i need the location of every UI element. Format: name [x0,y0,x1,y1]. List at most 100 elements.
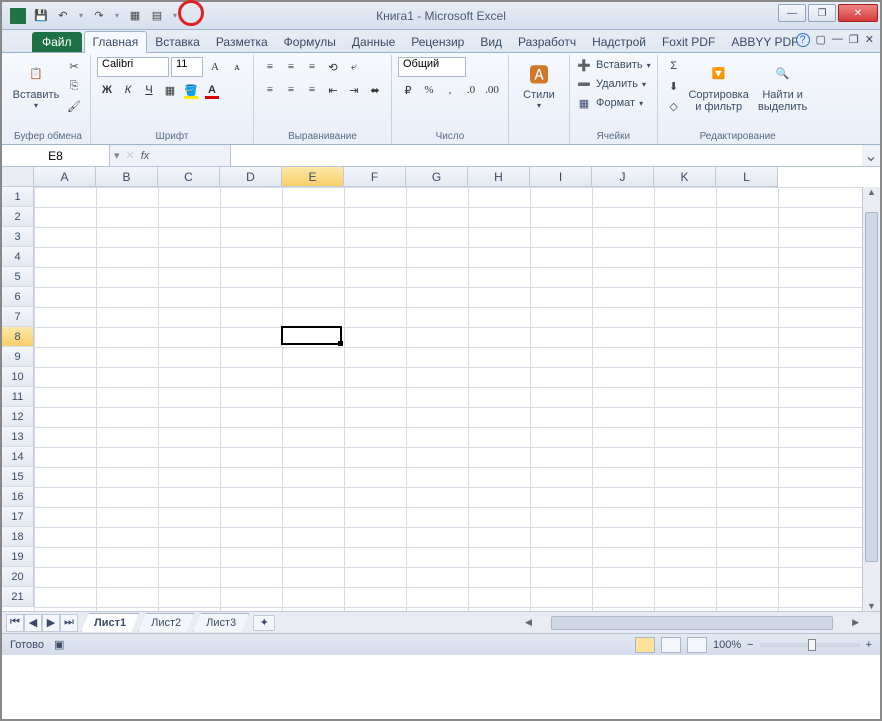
file-tab[interactable]: Файл [32,32,82,52]
col-header-G[interactable]: G [406,167,468,187]
copy-button[interactable]: ⎘ [64,77,84,95]
col-header-J[interactable]: J [592,167,654,187]
row-header-16[interactable]: 16 [2,487,34,507]
align-middle-button[interactable]: ≡ [281,57,301,77]
row-header-6[interactable]: 6 [2,287,34,307]
sheet-tab-3[interactable]: Лист3 [193,613,249,632]
close-button[interactable]: ✕ [838,4,878,22]
insert-cells-button[interactable]: ➕Вставить▾ [576,57,651,73]
select-all-corner[interactable] [2,167,34,187]
row-header-3[interactable]: 3 [2,227,34,247]
view-normal-button[interactable] [635,637,655,653]
redo-button[interactable]: ↷ [90,7,108,25]
row-header-5[interactable]: 5 [2,267,34,287]
format-cells-button[interactable]: ▦Формат▾ [576,95,643,111]
view-layout-button[interactable] [661,637,681,653]
font-size-select[interactable]: 11 [171,57,203,77]
increase-font-button[interactable]: A [205,57,225,77]
border-button[interactable]: ▦ [160,80,180,100]
row-header-14[interactable]: 14 [2,447,34,467]
view-pagebreak-button[interactable] [687,637,707,653]
sheet-nav-last[interactable]: ⏭ [60,614,78,632]
row-header-10[interactable]: 10 [2,367,34,387]
zoom-out-button[interactable]: − [747,639,753,651]
col-header-I[interactable]: I [530,167,592,187]
fx-icon[interactable]: fx [141,150,150,162]
custom-qat-2[interactable]: ▤ [148,7,166,25]
new-sheet-button[interactable]: ✦ [253,615,275,631]
increase-decimal-button[interactable]: .0 [461,80,481,100]
col-header-A[interactable]: A [34,167,96,187]
zoom-level[interactable]: 100% [713,639,741,651]
currency-button[interactable]: ₽ [398,80,418,100]
row-header-1[interactable]: 1 [2,187,34,207]
cell-area[interactable] [34,187,862,611]
wrap-text-button[interactable]: ⤶ [344,57,364,77]
find-select-button[interactable]: 🔍 Найти и выделить [754,57,812,113]
row-header-8[interactable]: 8 [2,327,34,347]
row-header-2[interactable]: 2 [2,207,34,227]
doc-minimize-icon[interactable]: — [832,33,843,47]
active-cell[interactable] [281,326,342,345]
tab-abbyy[interactable]: ABBYY PDF [723,32,806,52]
sheet-nav-first[interactable]: ⏮ [6,614,24,632]
bold-button[interactable]: Ж [97,80,117,100]
font-name-select[interactable]: Calibri [97,57,169,77]
cut-button[interactable]: ✂ [64,57,84,75]
row-header-4[interactable]: 4 [2,247,34,267]
tab-developer[interactable]: Разработч [510,32,584,52]
tab-home[interactable]: Главная [84,31,148,53]
qat-dropdown[interactable]: ▾ [76,11,86,20]
merge-button[interactable]: ⬌ [365,80,385,100]
doc-close-icon[interactable]: ✕ [865,33,874,47]
minimize-button[interactable]: — [778,4,806,22]
number-format-select[interactable]: Общий [398,57,466,77]
horizontal-scrollbar[interactable]: ◀ ▶ [522,614,862,632]
percent-button[interactable]: % [419,80,439,100]
col-header-K[interactable]: K [654,167,716,187]
underline-button[interactable]: Ч [139,80,159,100]
align-center-button[interactable]: ≡ [281,80,301,100]
row-header-9[interactable]: 9 [2,347,34,367]
paste-button[interactable]: 📋 Вставить ▾ [12,57,60,110]
tab-foxit[interactable]: Foxit PDF [654,32,723,52]
row-header-17[interactable]: 17 [2,507,34,527]
col-header-H[interactable]: H [468,167,530,187]
maximize-button[interactable]: ❐ [808,4,836,22]
sheet-nav-prev[interactable]: ◀ [24,614,42,632]
decrease-font-button[interactable]: ᴀ [227,57,247,77]
hscroll-thumb[interactable] [551,616,833,630]
align-bottom-button[interactable]: ≡ [302,57,322,77]
formula-input[interactable] [230,145,862,166]
row-header-12[interactable]: 12 [2,407,34,427]
row-header-7[interactable]: 7 [2,307,34,327]
minimize-ribbon-icon[interactable]: ▢ [816,33,826,47]
macro-record-icon[interactable]: ▣ [54,638,64,651]
col-header-L[interactable]: L [716,167,778,187]
autosum-button[interactable]: Σ [664,57,684,75]
tab-layout[interactable]: Разметка [208,32,276,52]
zoom-slider[interactable] [760,643,860,647]
name-box-dropdown[interactable]: ▾ [114,149,120,162]
sheet-tab-2[interactable]: Лист2 [138,613,194,632]
undo-button[interactable]: ↶ [54,7,72,25]
comma-button[interactable]: , [440,80,460,100]
row-header-18[interactable]: 18 [2,527,34,547]
align-left-button[interactable]: ≡ [260,80,280,100]
format-painter-button[interactable]: 🖌 [64,97,84,115]
col-header-D[interactable]: D [220,167,282,187]
col-header-F[interactable]: F [344,167,406,187]
name-box[interactable]: E8 [2,145,110,166]
tab-addins[interactable]: Надстрой [584,32,654,52]
decrease-indent-button[interactable]: ⇤ [323,80,343,100]
orientation-button[interactable]: ⟲ [323,57,343,77]
font-color-button[interactable]: A [202,80,222,100]
styles-button[interactable]: 🅰 Стили ▾ [515,57,563,110]
row-header-15[interactable]: 15 [2,467,34,487]
zoom-thumb[interactable] [808,639,816,651]
sheet-nav-next[interactable]: ▶ [42,614,60,632]
qat-customize[interactable]: ▾ [170,11,180,20]
row-header-21[interactable]: 21 [2,587,34,607]
increase-indent-button[interactable]: ⇥ [344,80,364,100]
fill-color-button[interactable]: 🪣 [181,80,201,100]
